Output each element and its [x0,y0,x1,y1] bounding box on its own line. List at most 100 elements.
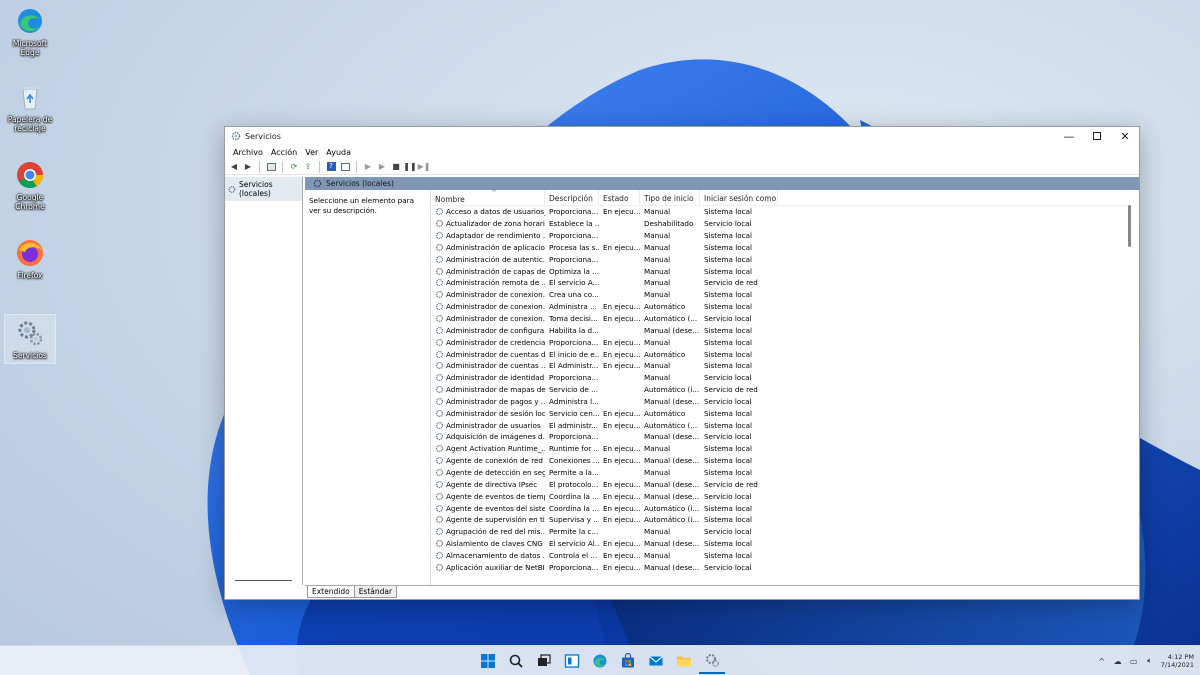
taskbar-file-explorer[interactable] [671,648,697,674]
service-name: Administrador de conexion... [446,302,545,312]
pane-title: Servicios (locales) [326,179,394,188]
taskbar-search[interactable] [503,648,529,674]
column-header-state[interactable]: Estado [599,190,640,205]
table-row[interactable]: Acceso a datos de usuarios_... Proporcion… [431,206,1133,218]
menu-accion[interactable]: Acción [267,148,301,157]
table-row[interactable]: Agente de directiva IPsec El protocolo...… [431,478,1133,490]
back-button[interactable]: ◀ [228,161,240,173]
table-row[interactable]: Agrupación de red del mis... Permite la c… [431,526,1133,538]
menu-archivo[interactable]: Archivo [229,148,267,157]
cell-name: Acceso a datos de usuarios_... [431,207,545,216]
taskbar-task-view[interactable] [531,648,557,674]
cell-startup-type: Manual [644,242,671,252]
restart-icon: ▶❚ [417,162,431,171]
table-row[interactable]: Almacenamiento de datos ... Controla el .… [431,549,1133,561]
clock[interactable]: 4:12 PM 7/14/2021 [1161,653,1194,669]
table-row[interactable]: Administración de capas de... Optimiza la… [431,265,1133,277]
show-hidden-icons-button[interactable]: ^ [1097,656,1107,666]
taskbar: ^ ☁ ▭ 🔈︎ 4:12 PM 7/14/2021 [0,645,1200,675]
pause-service-button[interactable]: ❚❚ [403,161,416,173]
table-row[interactable]: Administrador de credencia... Proporciona… [431,336,1133,348]
table-row[interactable]: Agente de eventos del siste... Coordina l… [431,502,1133,514]
table-row[interactable]: Adaptador de rendimiento ... Proporciona.… [431,230,1133,242]
table-row[interactable]: Administrador de conexion... Toma decisi.… [431,313,1133,325]
cell-name: Administrador de identidad... [431,373,545,382]
tab-extendido[interactable]: Extendido [307,586,355,598]
onedrive-button[interactable]: ☁ [1113,656,1123,666]
stop-service-button[interactable]: ■ [390,161,402,173]
forward-button[interactable]: ▶ [242,161,254,173]
close-button[interactable]: ✕ [1111,127,1139,145]
cell-name: Aplicación auxiliar de NetBI... [431,563,545,572]
table-row[interactable]: Administrador de cuentas d... El inicio d… [431,348,1133,360]
table-row[interactable]: Agente de conexión de red Conexiones ... E… [431,455,1133,467]
table-row[interactable]: Administrador de cuentas ... El Administr… [431,360,1133,372]
export-button[interactable]: ⇪ [302,161,314,173]
menu-ver[interactable]: Ver [301,148,322,157]
service-name: Agente de directiva IPsec [446,479,538,489]
cell-description: Proporciona... [549,207,599,217]
refresh-button[interactable]: ⟳ [288,161,300,173]
table-row[interactable]: Actualizador de zona horari... Establece … [431,218,1133,230]
table-row[interactable]: Administrador de identidad... Proporciona… [431,372,1133,384]
desktop-icon-firefox[interactable]: Firefox [4,238,56,280]
menu-ayuda[interactable]: Ayuda [322,148,355,157]
toolbar-separator [259,160,260,173]
console-tree-button[interactable] [265,161,277,173]
desktop-icon-chrome[interactable]: Google Chrome [4,160,56,211]
table-row[interactable]: Aplicación auxiliar de NetBI... Proporcio… [431,561,1133,573]
start-service-button[interactable]: ▶ [362,161,374,173]
column-header-description[interactable]: Descripción [545,190,599,205]
table-row[interactable]: Administración de autentic... Proporciona… [431,253,1133,265]
cell-state: En ejecu... [603,539,640,549]
table-row[interactable]: Agente de detección en seg... Permite a l… [431,467,1133,479]
desktop-icon-edge[interactable]: Microsoft Edge [4,6,56,57]
restart-service-button[interactable]: ▶❚ [417,161,431,173]
service-gear-icon [435,563,444,571]
vertical-scrollbar[interactable] [1128,205,1131,247]
tree-item-services-local[interactable]: Servicios (locales) [225,177,302,201]
column-header-startup-type[interactable]: Tipo de inicio [640,190,700,205]
tree-horizontal-scrollbar[interactable] [235,580,292,581]
table-row[interactable]: Administrador de conexion... Administra .… [431,301,1133,313]
volume-button[interactable]: 🔈︎ [1145,656,1155,666]
network-button[interactable]: ▭ [1129,656,1139,666]
maximize-button[interactable] [1083,127,1111,145]
title-bar[interactable]: Servicios — ✕ [225,127,1139,145]
cell-description: Administra l... [549,396,599,406]
table-row[interactable]: Aislamiento de claves CNG El servicio Al.… [431,538,1133,550]
clock-date: 7/14/2021 [1160,661,1194,669]
tab-estandar[interactable]: Estándar [353,586,398,598]
table-row[interactable]: Administrador de sesión local Servicio ce… [431,407,1133,419]
service-gear-icon [435,409,444,417]
services-icon [231,131,241,141]
service-gear-icon [435,492,444,500]
start-service-alt-button[interactable]: ▶ [376,161,388,173]
taskbar-services[interactable] [699,648,725,674]
minimize-button[interactable]: — [1055,127,1083,145]
desktop-icon-services[interactable]: Servicios [4,314,56,364]
table-row[interactable]: Adquisición de imágenes d... Proporciona.… [431,431,1133,443]
column-header-log-on-as[interactable]: Iniciar sesión como [700,190,778,205]
table-row[interactable]: Administrador de usuarios El administr...… [431,419,1133,431]
table-row[interactable]: Administración de aplicacio... Procesa la… [431,242,1133,254]
table-row[interactable]: Agente de supervisión en ti... Supervisa … [431,514,1133,526]
table-row[interactable]: Administrador de mapas de... Servicio de … [431,384,1133,396]
taskbar-edge[interactable] [587,648,613,674]
column-header-name[interactable]: Nombre [431,190,545,205]
table-row[interactable]: Administrador de pagos y ... Administra l… [431,396,1133,408]
table-row[interactable]: Agent Activation Runtime_... Runtime for … [431,443,1133,455]
taskbar-mail[interactable] [643,648,669,674]
taskbar-widgets[interactable] [559,648,585,674]
taskbar-start[interactable] [475,648,501,674]
table-row[interactable]: Agente de eventos de tiempo Coordina la .… [431,490,1133,502]
properties-button[interactable] [339,161,351,173]
desktop-icon-recycle-bin[interactable]: Papelera de reciclaje [4,82,56,133]
help-button[interactable]: ? [325,161,337,173]
cell-state: En ejecu... [603,456,640,466]
table-row[interactable]: Administrador de configura... Habilita la… [431,324,1133,336]
table-row[interactable]: Administrador de conexion... Crea una co.… [431,289,1133,301]
taskbar-store[interactable] [615,648,641,674]
cell-name: Almacenamiento de datos ... [431,551,545,560]
table-row[interactable]: Administración remota de ... El servicio … [431,277,1133,289]
